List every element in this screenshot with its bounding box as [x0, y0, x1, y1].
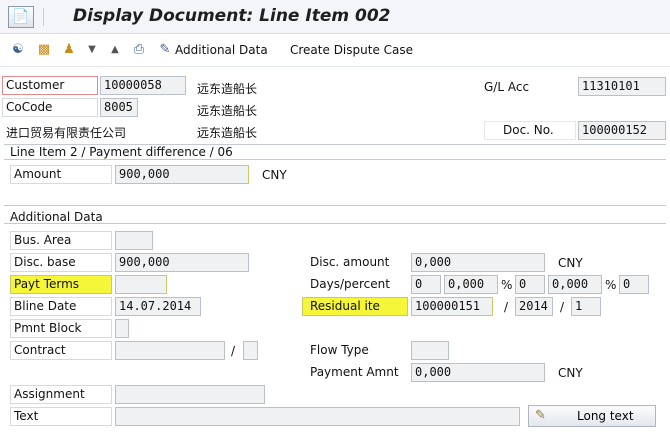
contract-label: Contract	[10, 341, 112, 360]
additional-data-button[interactable]: Additional Data	[175, 43, 268, 57]
payt-terms-field[interactable]	[115, 275, 167, 294]
amount-currency: CNY	[262, 168, 287, 182]
amount-field[interactable]: 900,000	[115, 165, 249, 184]
glasses-icon[interactable]: ☯	[9, 42, 27, 58]
dropdown-icon[interactable]: ▼	[85, 42, 99, 58]
cocode-name: 远东造船长	[197, 104, 258, 118]
disc-amount-label: Disc. amount	[306, 253, 408, 272]
triangle-up-icon[interactable]: ▲	[108, 42, 122, 58]
gl-account-label: G/L Acc	[484, 80, 530, 94]
long-text-icon: ✎	[535, 408, 546, 423]
pmnt-block-label: Pmnt Block	[10, 319, 112, 338]
customer-field[interactable]: 10000058	[100, 76, 186, 95]
page-title: Display Document: Line Item 002	[73, 6, 391, 26]
additional-group-divider	[4, 223, 666, 224]
percent1-sign: %	[501, 278, 513, 292]
flow-type-field[interactable]	[411, 341, 449, 360]
percent2-sign: %	[605, 278, 617, 292]
doc-no-field[interactable]: 100000152	[578, 121, 666, 140]
disc-base-label: Disc. base	[10, 253, 112, 272]
payt-terms-label: Payt Terms	[10, 275, 112, 294]
company-name: 进口贸易有限责任公司	[6, 126, 127, 140]
residual-separator-1: /	[504, 300, 509, 314]
customer-label: Customer	[2, 76, 98, 95]
amount-label: Amount	[10, 165, 112, 184]
bline-date-label: Bline Date	[10, 297, 112, 316]
display-doc-icon[interactable]: 📄	[8, 6, 34, 28]
days2-field[interactable]: 0	[515, 275, 545, 294]
bus-area-label: Bus. Area	[10, 231, 112, 250]
payment-amnt-field[interactable]: 0,000	[411, 363, 545, 382]
pencil-icon[interactable]: ✎	[156, 42, 174, 58]
residual-doc-field[interactable]: 100000151	[411, 297, 493, 316]
payment-amnt-label: Payment Amnt	[306, 363, 408, 382]
payment-amnt-currency: CNY	[558, 366, 583, 380]
document-icon[interactable]: ▩	[35, 42, 53, 58]
bline-date-field[interactable]: 14.07.2014	[115, 297, 201, 316]
printer-icon[interactable]: ⎙	[130, 42, 148, 58]
days1-field[interactable]: 0	[411, 275, 441, 294]
long-text-label: Long text	[577, 409, 634, 423]
days3-field[interactable]: 0	[619, 275, 649, 294]
contract-type-field[interactable]	[243, 341, 258, 360]
customer-name: 远东造船长	[197, 82, 258, 96]
line-item-group-divider	[4, 159, 666, 160]
text-label: Text	[10, 407, 112, 426]
disc-amount-currency: CNY	[558, 256, 583, 270]
title-separator	[43, 8, 44, 26]
pmnt-block-field[interactable]	[115, 319, 129, 338]
residual-separator-2: /	[560, 300, 565, 314]
bus-area-field[interactable]	[115, 231, 153, 250]
doc-no-label: Doc. No.	[484, 121, 576, 140]
days-percent-label: Days/percent	[306, 275, 408, 294]
contract-field[interactable]	[115, 341, 225, 360]
assignment-label: Assignment	[10, 385, 112, 404]
additional-group-title: Additional Data	[10, 210, 103, 224]
residual-item-label: Residual ite	[302, 297, 408, 316]
long-text-button[interactable]: ✎ Long text	[528, 405, 656, 427]
line-item-group-title: Line Item 2 / Payment difference / 06	[10, 145, 233, 159]
percent1-field[interactable]: 0,000	[444, 275, 498, 294]
disc-amount-field[interactable]: 0,000	[411, 253, 545, 272]
flow-type-label: Flow Type	[306, 341, 408, 360]
percent2-field[interactable]: 0,000	[548, 275, 602, 294]
org-icon[interactable]: ♟	[60, 42, 78, 58]
additional-group-top	[4, 205, 666, 206]
cocode-label: CoCode	[2, 98, 98, 117]
create-dispute-case-button[interactable]: Create Dispute Case	[290, 43, 413, 57]
residual-year-field[interactable]: 2014	[515, 297, 553, 316]
contract-separator: /	[231, 344, 236, 358]
text-field[interactable]	[115, 407, 520, 426]
residual-item-field[interactable]: 1	[571, 297, 601, 316]
cocode-field[interactable]: 8005	[100, 98, 138, 117]
assignment-field[interactable]	[115, 385, 265, 404]
gl-account-field[interactable]: 11310101	[578, 77, 666, 96]
city-name: 远东造船长	[197, 126, 258, 140]
disc-base-field[interactable]: 900,000	[115, 253, 249, 272]
